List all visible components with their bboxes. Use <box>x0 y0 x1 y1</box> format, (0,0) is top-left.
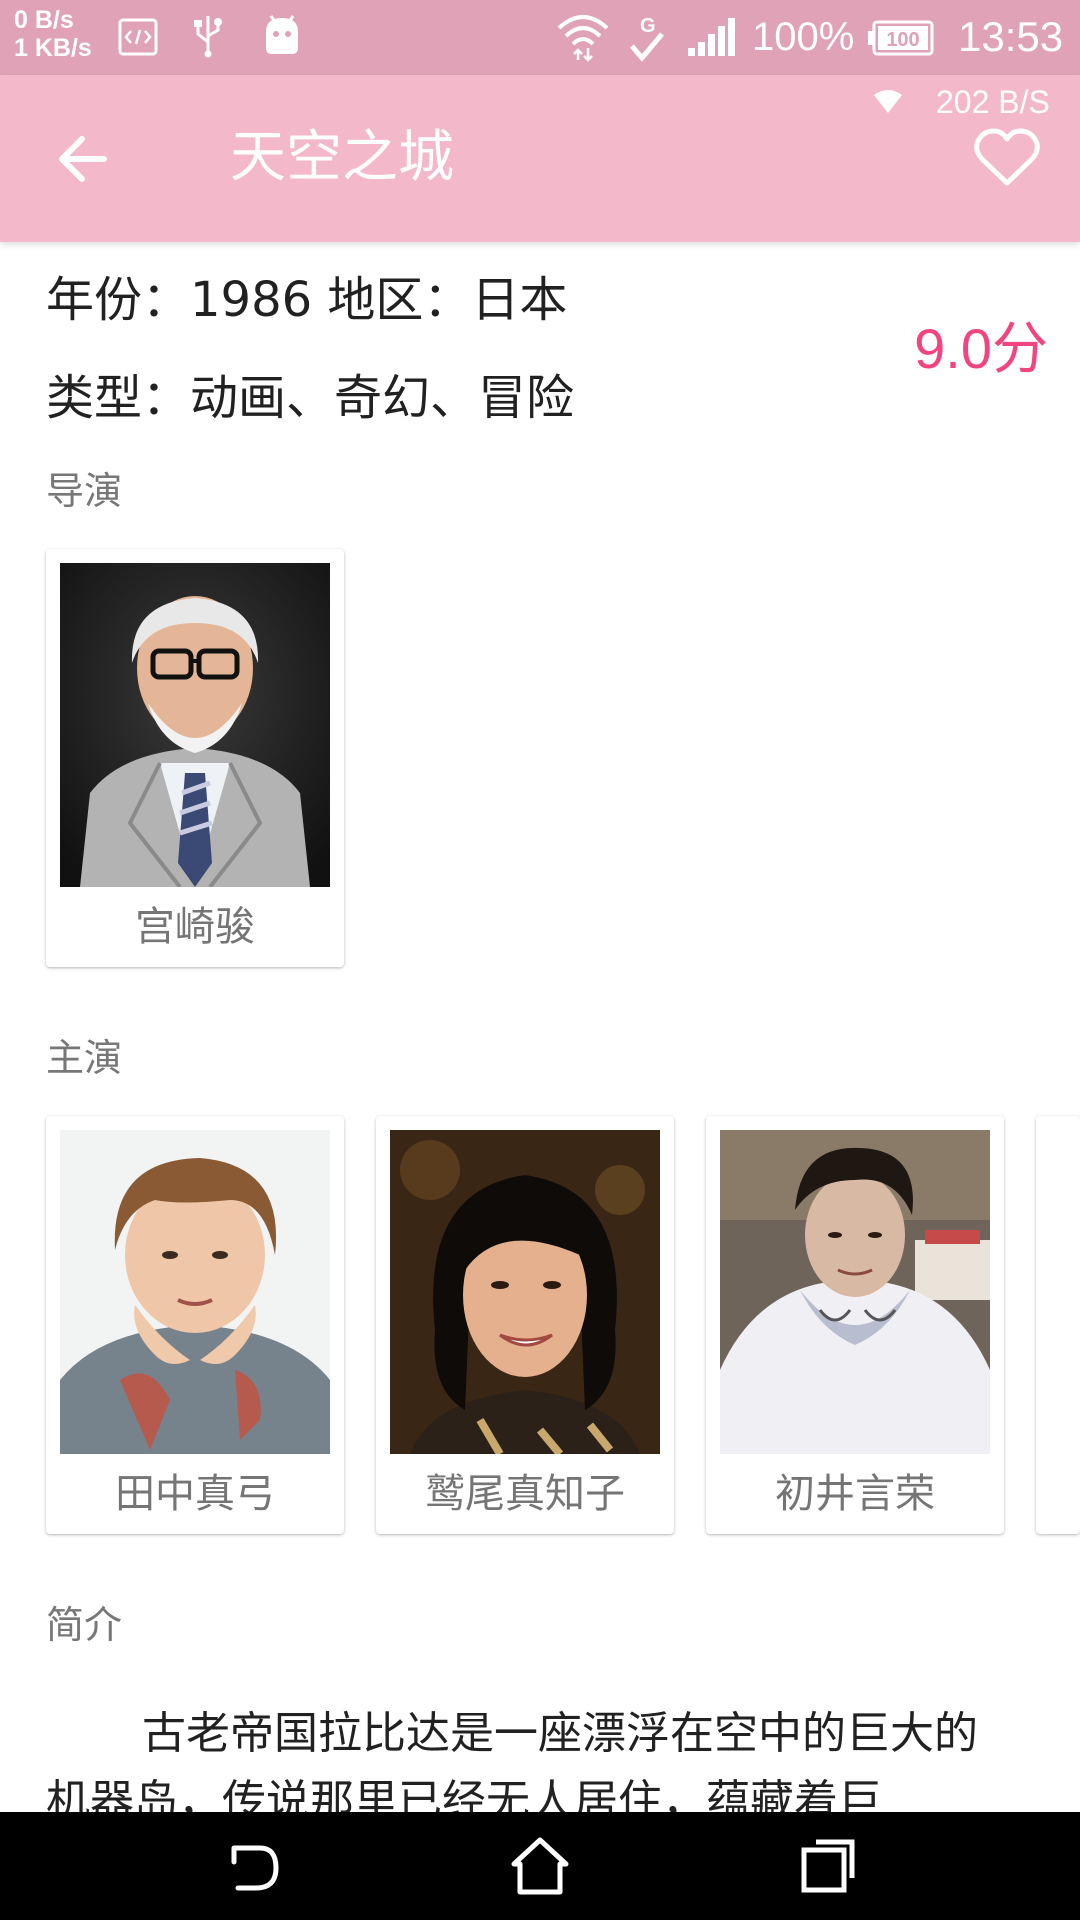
cast-section-label: 主演 <box>46 1036 123 1080</box>
speed-up-text: 0 B/s <box>14 6 74 34</box>
year-region-line: 年份：1986 地区：日本 <box>46 272 568 328</box>
director-photo <box>60 563 330 887</box>
battery-icon: 100 <box>868 20 934 56</box>
app-bar: 202 B/S 天空之城 <box>0 75 1080 242</box>
cast-card-partial[interactable] <box>1036 1116 1080 1534</box>
genre-line: 类型：动画、奇幻、冒险 <box>46 370 575 426</box>
android-icon <box>266 15 298 54</box>
cast-card[interactable]: 鹫尾真知子 <box>376 1116 674 1534</box>
cast-name: 田中真弓 <box>115 1471 275 1517</box>
recents-nav-icon[interactable] <box>796 1834 860 1898</box>
back-nav-icon[interactable] <box>220 1834 284 1898</box>
director-card[interactable]: 宫崎骏 <box>46 549 344 967</box>
svg-text:100: 100 <box>886 29 919 51</box>
svg-text:G: G <box>640 15 656 37</box>
cast-card[interactable]: 初井言荣 <box>706 1116 1004 1534</box>
net-speed-text: 202 B/S <box>936 84 1050 120</box>
battery-percent: 100% <box>752 15 855 59</box>
navigation-bar <box>0 1812 1080 1920</box>
director-section-label: 导演 <box>46 469 123 513</box>
speed-down-text: 1 KB/s <box>14 34 92 62</box>
g-network-icon: G <box>630 15 664 62</box>
director-name: 宫崎骏 <box>135 904 255 950</box>
back-arrow-icon[interactable] <box>52 128 114 190</box>
cast-name: 初井言荣 <box>775 1471 935 1517</box>
favorite-heart-icon[interactable] <box>974 127 1040 189</box>
signal-icon <box>688 18 735 56</box>
rating-score: 9.0分 <box>914 317 1048 380</box>
status-bar: 0 B/s 1 KB/s G 100% 100 13:53 <box>0 0 1080 75</box>
cast-card[interactable]: 田中真弓 <box>46 1116 344 1534</box>
code-icon <box>118 18 158 56</box>
cast-name: 鹫尾真知子 <box>425 1471 625 1517</box>
clock: 13:53 <box>958 13 1064 60</box>
cast-photo <box>390 1130 660 1454</box>
net-speed-indicator: 202 B/S <box>872 83 1072 121</box>
network-speed: 0 B/s 1 KB/s <box>14 6 92 62</box>
page-title: 天空之城 <box>230 125 454 190</box>
wifi-icon <box>557 15 609 62</box>
cast-photo <box>720 1130 990 1454</box>
wifi-small-icon <box>874 90 902 113</box>
home-nav-icon[interactable] <box>508 1834 572 1898</box>
intro-section-label: 简介 <box>46 1603 123 1647</box>
usb-icon <box>194 16 222 58</box>
cast-photo <box>60 1130 330 1454</box>
